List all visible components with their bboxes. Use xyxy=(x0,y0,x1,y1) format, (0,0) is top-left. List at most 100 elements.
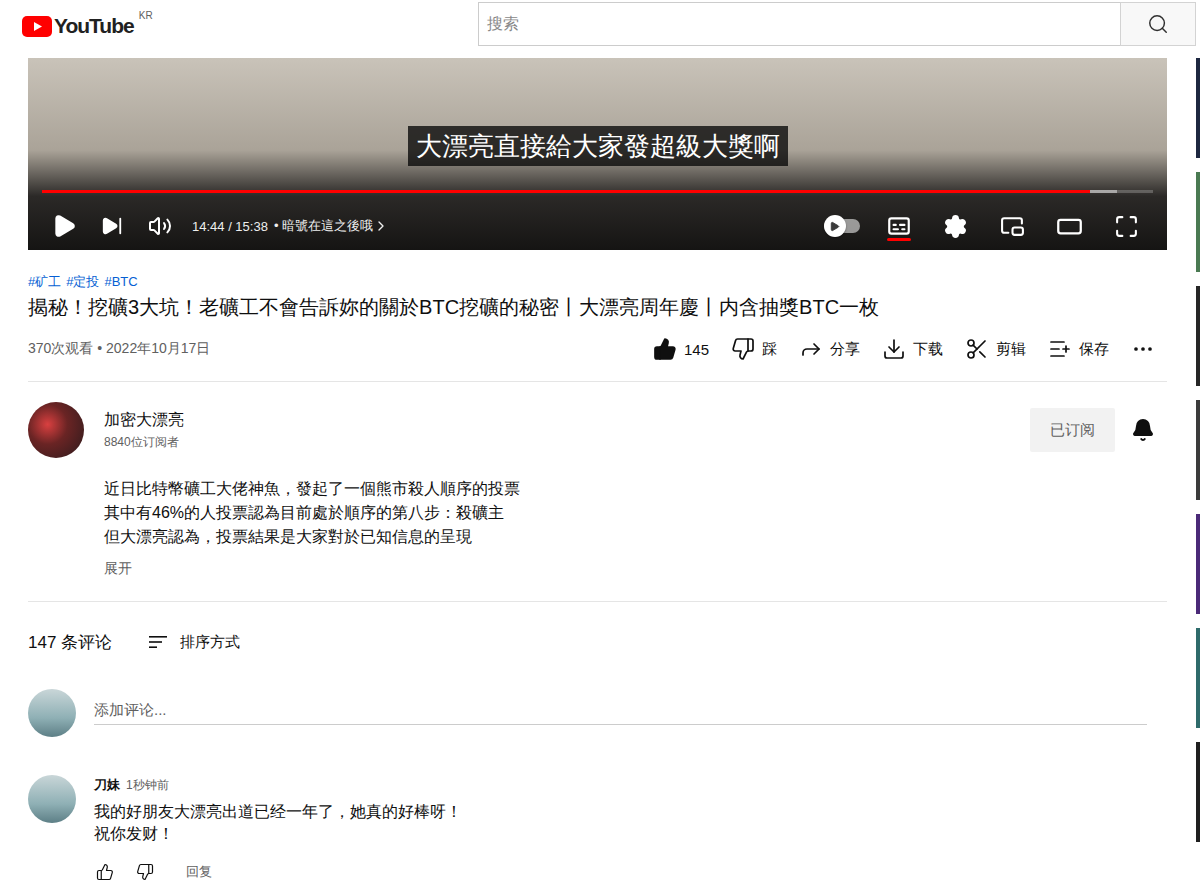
comment-header: 刀妹 1秒钟前 xyxy=(94,775,462,795)
hashtag-link[interactable]: #定投 xyxy=(66,273,99,291)
like-button[interactable]: 145 xyxy=(653,337,709,361)
subscribe-button[interactable]: 已订阅 xyxy=(1030,408,1115,452)
autoplay-knob xyxy=(824,215,846,237)
hashtag-link[interactable]: #BTC xyxy=(104,273,137,291)
sort-button[interactable]: 排序方式 xyxy=(146,630,240,654)
play-button[interactable] xyxy=(40,202,88,250)
theater-button[interactable] xyxy=(1041,202,1098,250)
recommendation-thumbnail[interactable] xyxy=(1196,742,1200,842)
volume-button[interactable] xyxy=(136,202,184,250)
download-icon xyxy=(882,337,906,361)
autoplay-toggle[interactable] xyxy=(813,202,870,250)
recommendation-thumbnail[interactable] xyxy=(1196,514,1200,614)
subscriber-count: 8840位订阅者 xyxy=(104,433,184,451)
progress-played xyxy=(42,190,1090,193)
channel-row: 加密大漂亮 8840位订阅者 已订阅 xyxy=(28,402,1167,458)
comment-time: 1秒钟前 xyxy=(126,775,169,795)
reply-button[interactable]: 回复 xyxy=(186,863,212,881)
expand-button[interactable]: 展开 xyxy=(104,558,1167,578)
video-player[interactable]: 大漂亮直接給大家發超級大獎啊 14:44 / 15:38• 暗號在這之後哦 xyxy=(28,58,1167,250)
fullscreen-icon xyxy=(1114,214,1139,239)
recommendation-thumbnail[interactable] xyxy=(1196,628,1200,728)
captions-button[interactable] xyxy=(870,202,927,250)
comment-author[interactable]: 刀妹 xyxy=(94,775,120,795)
bell-icon xyxy=(1131,418,1155,442)
download-button[interactable]: 下载 xyxy=(882,337,943,361)
save-button[interactable]: 保存 xyxy=(1048,337,1109,361)
next-icon xyxy=(101,215,123,237)
comment-body: 刀妹 1秒钟前我的好朋友大漂亮出道已经一年了，她真的好棒呀！祝你发财！ 回复 xyxy=(94,775,462,888)
dislike-icon xyxy=(731,337,755,361)
recommendation-thumbnail[interactable] xyxy=(1196,58,1200,158)
more-button[interactable] xyxy=(1131,337,1155,361)
comment-line: 我的好朋友大漂亮出道已经一年了，她真的好棒呀！ xyxy=(94,801,462,823)
clip-button[interactable]: 剪辑 xyxy=(965,337,1026,361)
comment: 刀妹 1秒钟前我的好朋友大漂亮出道已经一年了，她真的好棒呀！祝你发财！ 回复 xyxy=(28,775,1167,888)
caption-text: 大漂亮直接給大家發超級大獎啊 xyxy=(408,126,788,166)
recommendation-thumbnail[interactable] xyxy=(1196,400,1200,500)
add-comment-input[interactable]: 添加评论... xyxy=(94,701,1147,725)
comments-header: 147 条评论 排序方式 xyxy=(28,630,1167,654)
captions-on-indicator xyxy=(887,238,911,241)
search-input[interactable]: 搜索 xyxy=(478,2,1120,46)
settings-button[interactable] xyxy=(927,202,984,250)
chapter-button[interactable]: • 暗號在這之後哦 xyxy=(274,217,389,235)
comment-count: 147 条评论 xyxy=(28,631,112,654)
hashtags: #矿工 #定投 #BTC xyxy=(28,273,1167,291)
next-button[interactable] xyxy=(88,202,136,250)
more-icon xyxy=(1131,337,1155,361)
description: 近日比特幣礦工大佬神魚，發起了一個熊市殺人順序的投票其中有46%的人投票認為目前… xyxy=(104,477,1167,578)
channel-name[interactable]: 加密大漂亮 xyxy=(104,409,184,431)
play-icon xyxy=(51,213,77,239)
recommendation-thumbnail[interactable] xyxy=(1196,286,1200,386)
progress-bar[interactable] xyxy=(42,190,1153,193)
dislike-button[interactable]: 踩 xyxy=(731,337,777,361)
logo-text: YouTube xyxy=(54,14,134,38)
thumbs-up-icon[interactable] xyxy=(96,863,114,881)
user-avatar xyxy=(28,689,76,737)
fullscreen-button[interactable] xyxy=(1098,202,1155,250)
right-controls xyxy=(813,202,1155,250)
hashtag-link[interactable]: #矿工 xyxy=(28,273,61,291)
recommendation-thumbnail[interactable] xyxy=(1196,172,1200,272)
region-label: KR xyxy=(139,10,153,21)
autoplay-play-icon xyxy=(829,221,840,232)
miniplayer-button[interactable] xyxy=(984,202,1041,250)
sort-icon xyxy=(146,630,170,654)
watch-column: 大漂亮直接給大家發超級大獎啊14:44 / 15:38• 暗號在這之後哦#矿工#… xyxy=(28,58,1167,891)
comment-text: 我的好朋友大漂亮出道已经一年了，她真的好棒呀！祝你发财！ xyxy=(94,801,462,845)
video-meta-row: 370次观看 • 2022年10月17日145踩分享下载剪辑保存 xyxy=(28,331,1167,367)
comment-line: 祝你发财！ xyxy=(94,823,462,845)
share-icon xyxy=(799,337,823,361)
add-comment-row: 添加评论... xyxy=(28,689,1167,737)
video-actions: 145 踩分享下载剪辑保存 xyxy=(653,337,1167,361)
divider xyxy=(28,601,1167,602)
description-line: 其中有46%的人投票認為目前處於順序的第八步：殺礦主 xyxy=(104,501,1167,525)
top-bar: YouTubeKR搜索 xyxy=(0,0,1200,58)
share-button[interactable]: 分享 xyxy=(799,337,860,361)
channel-avatar[interactable] xyxy=(28,402,84,458)
youtube-logo-icon xyxy=(22,16,52,37)
search-icon xyxy=(1147,13,1169,35)
search-button[interactable] xyxy=(1120,2,1196,46)
autoplay-track xyxy=(824,219,860,233)
player-controls: 14:44 / 15:38• 暗號在這之後哦 xyxy=(28,202,1167,250)
notification-button[interactable] xyxy=(1131,418,1155,442)
gear-icon xyxy=(943,214,968,239)
recommendations-strip xyxy=(1196,58,1200,891)
captions-icon xyxy=(886,213,912,239)
chevron-right-icon xyxy=(373,218,389,234)
search-bar: 搜索 xyxy=(478,2,1196,46)
caption-row: 大漂亮直接給大家發超級大獎啊 xyxy=(28,58,1167,166)
youtube-page: YouTubeKR搜索大漂亮直接給大家發超級大獎啊14:44 / 15:38• … xyxy=(0,0,1200,891)
theater-icon xyxy=(1056,213,1083,240)
clip-icon xyxy=(965,337,989,361)
youtube-logo[interactable]: YouTubeKR xyxy=(22,14,153,38)
save-icon xyxy=(1048,337,1072,361)
thumbs-down-icon[interactable] xyxy=(136,863,154,881)
comment-actions: 回复 xyxy=(94,856,462,888)
miniplayer-icon xyxy=(1000,214,1025,239)
comment-avatar[interactable] xyxy=(28,775,76,823)
video-title: 揭秘！挖礦3大坑！老礦工不會告訴妳的關於BTC挖礦的秘密丨大漂亮周年慶丨内含抽獎… xyxy=(28,293,1167,321)
volume-icon xyxy=(148,214,172,238)
